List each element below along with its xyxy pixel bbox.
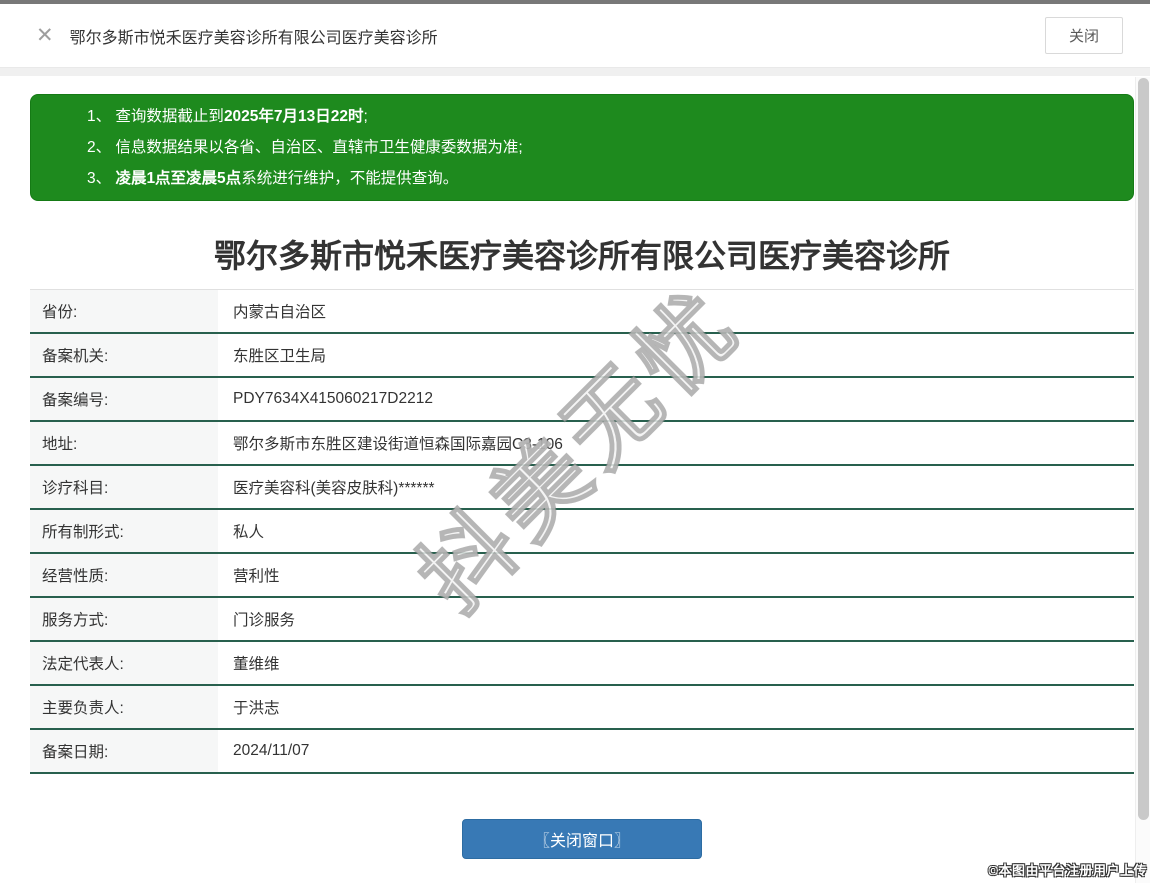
- notice-line-2: 2、 信息数据结果以各省、自治区、直辖市卫生健康委数据为准;: [87, 139, 523, 156]
- notice-line-1: 1、 查询数据截止到2025年7月13日22时;: [87, 108, 368, 125]
- scrollbar-thumb[interactable]: [1138, 78, 1149, 820]
- table-row: 法定代表人: 董维维: [30, 642, 1134, 686]
- table-row: 备案机关: 东胜区卫生局: [30, 334, 1134, 378]
- row-value: 门诊服务: [233, 612, 296, 629]
- notice-box: 1、 查询数据截止到2025年7月13日22时; 2、 信息数据结果以各省、自治…: [30, 94, 1134, 201]
- header-bar: ✕ 鄂尔多斯市悦禾医疗美容诊所有限公司医疗美容诊所 关闭: [0, 4, 1150, 68]
- table-row: 备案编号: PDY7634X415060217D2212: [30, 378, 1134, 422]
- row-value: 营利性: [233, 568, 280, 585]
- row-value: 董维维: [233, 656, 280, 673]
- row-label: 主要负责人:: [30, 686, 218, 728]
- table-row: 备案日期: 2024/11/07: [30, 730, 1134, 774]
- row-label: 备案编号:: [30, 378, 218, 420]
- row-value: 于洪志: [233, 700, 280, 717]
- close-button[interactable]: 关闭: [1044, 17, 1123, 54]
- row-label: 备案日期:: [30, 730, 218, 772]
- table-row: 地址: 鄂尔多斯市东胜区建设街道恒森国际嘉园C3-106: [30, 422, 1134, 466]
- close-icon[interactable]: ✕: [36, 25, 54, 46]
- button-row: 〖关闭窗口〗: [30, 819, 1134, 859]
- page-title: 鄂尔多斯市悦禾医疗美容诊所有限公司医疗美容诊所: [213, 238, 950, 274]
- row-value: 2024/11/07: [233, 742, 310, 759]
- table-row: 经营性质: 营利性: [30, 554, 1134, 598]
- row-value: 东胜区卫生局: [233, 348, 327, 365]
- table-row: 省份: 内蒙古自治区: [30, 290, 1134, 334]
- row-label: 经营性质:: [30, 554, 218, 596]
- scrollbar-track[interactable]: [1135, 77, 1150, 883]
- row-label: 诊疗科目:: [30, 466, 218, 508]
- row-value: 鄂尔多斯市东胜区建设街道恒森国际嘉园C3-106: [233, 436, 563, 453]
- row-label: 所有制形式:: [30, 510, 218, 552]
- table-row: 诊疗科目: 医疗美容科(美容皮肤科)******: [30, 466, 1134, 510]
- header-divider: [0, 68, 1150, 76]
- table-row: 所有制形式: 私人: [30, 510, 1134, 554]
- row-label: 法定代表人:: [30, 642, 218, 684]
- row-label: 地址:: [30, 422, 218, 464]
- content-area: 1、 查询数据截止到2025年7月13日22时; 2、 信息数据结果以各省、自治…: [0, 76, 1150, 882]
- close-window-button[interactable]: 〖关闭窗口〗: [462, 819, 702, 859]
- row-value: 医疗美容科(美容皮肤科)******: [233, 480, 435, 497]
- copyright-watermark: ©本图由平台注册用户上传: [988, 863, 1147, 878]
- table-row: 服务方式: 门诊服务: [30, 598, 1134, 642]
- row-value: 内蒙古自治区: [233, 304, 327, 321]
- row-label: 服务方式:: [30, 598, 218, 640]
- row-value: PDY7634X415060217D2212: [233, 390, 433, 407]
- notice-line-3: 3、 凌晨1点至凌晨5点系统进行维护，不能提供查询。: [87, 170, 459, 187]
- info-table: 省份: 内蒙古自治区 备案机关: 东胜区卫生局 备案编号: PDY7634X4150602…: [30, 289, 1134, 774]
- row-label: 备案机关:: [30, 334, 218, 376]
- row-label: 省份:: [30, 290, 218, 332]
- row-value: 私人: [233, 524, 265, 541]
- header-title: 鄂尔多斯市悦禾医疗美容诊所有限公司医疗美容诊所: [69, 29, 438, 47]
- table-row: 主要负责人: 于洪志: [30, 686, 1134, 730]
